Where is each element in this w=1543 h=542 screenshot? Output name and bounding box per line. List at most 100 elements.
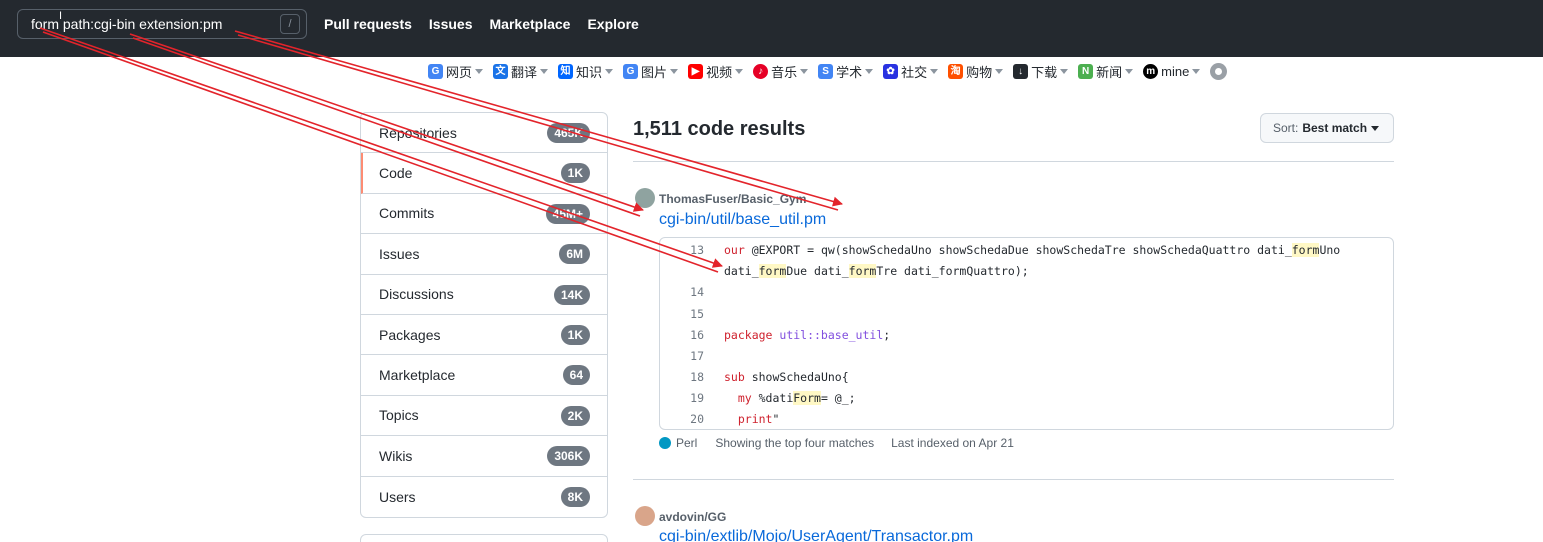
language-label: Perl <box>676 436 698 450</box>
match-highlight: form <box>848 264 877 278</box>
avatar[interactable] <box>635 188 655 208</box>
code-keyword: print <box>724 412 773 426</box>
chevron-down-icon[interactable] <box>930 68 939 74</box>
sidebar-item-issues[interactable]: Issues 6M <box>361 234 607 275</box>
sidebar-item-commits[interactable]: Commits 45M+ <box>361 194 607 235</box>
bookmark-music[interactable]: ♪ 音乐 <box>753 62 809 81</box>
translate-icon: 文 <box>493 63 509 79</box>
sidebar-item-label: Discussions <box>379 286 454 303</box>
sidebar-item-label: Repositories <box>379 124 457 141</box>
code-keyword: our <box>724 243 745 257</box>
bookmark-images[interactable]: G 图片 <box>623 62 679 81</box>
code-text: %dati <box>751 391 794 405</box>
search-input[interactable]: form path:cgi-bin extension:pm I / <box>17 9 307 39</box>
sidebar-item-code[interactable]: Code 1K <box>361 153 607 194</box>
line-number: 14 <box>690 285 704 299</box>
count-badge: 14K <box>553 284 590 305</box>
bookmark-video[interactable]: ▶ 视频 <box>688 62 744 81</box>
sidebar-item-users[interactable]: Users 8K <box>361 477 607 517</box>
sidebar-item-repositories[interactable]: Repositories 465K <box>361 113 607 154</box>
file-link[interactable]: cgi-bin/extlib/Mojo/UserAgent/Transactor… <box>659 528 973 542</box>
nav-pull-requests[interactable]: Pull requests <box>324 16 412 32</box>
search-shortcut-key: / <box>280 14 300 34</box>
line-number: 19 <box>690 391 704 405</box>
bookmark-label: 学术 <box>836 64 863 80</box>
sidebar-item-marketplace[interactable]: Marketplace 64 <box>361 355 607 396</box>
code-text: ; <box>883 328 891 342</box>
youtube-icon: ▶ <box>688 63 704 79</box>
chevron-down-icon[interactable] <box>475 68 484 74</box>
bookmark-label: 知识 <box>576 64 603 80</box>
bookmark-knowledge[interactable]: 知知识 <box>558 62 614 81</box>
sort-dropdown-button[interactable]: Sort: Best match <box>1260 113 1394 143</box>
repo-link[interactable]: avdovin/GG <box>659 510 726 524</box>
sidebar-item-packages[interactable]: Packages 1K <box>361 315 607 356</box>
bookmark-label: 音乐 <box>771 64 798 80</box>
results-divider <box>633 479 1394 480</box>
sidebar-item-discussions[interactable]: Discussions 14K <box>361 275 607 315</box>
chevron-down-icon[interactable] <box>1060 68 1069 74</box>
chevron-down-icon[interactable] <box>735 68 744 74</box>
search-type-sidebar: Repositories 465K Code 1K Commits 45M+ Issu… <box>360 112 608 518</box>
chevron-down-icon[interactable] <box>865 68 874 74</box>
chevron-down-icon[interactable] <box>605 68 614 74</box>
chevron-down-icon <box>1371 125 1380 131</box>
code-keyword: package <box>724 328 773 342</box>
repo-link[interactable]: ThomasFuser/Basic_Gym <box>659 192 806 206</box>
result-meta: Perl Showing the top four matches Last i… <box>659 436 1014 450</box>
match-highlight: form <box>758 264 787 278</box>
bookmark-mine[interactable]: m mine <box>1143 63 1201 79</box>
code-text: = @_; <box>820 391 856 405</box>
nav-marketplace[interactable]: Marketplace <box>490 16 571 32</box>
language-color-dot <box>659 437 671 449</box>
taobao-icon: 淘 <box>948 63 964 79</box>
nav-issues[interactable]: Issues <box>429 16 473 32</box>
sidebar-item-label: Marketplace <box>379 367 456 384</box>
sidebar-item-label: Commits <box>379 205 435 222</box>
chevron-down-icon[interactable] <box>800 68 809 74</box>
line-number: 15 <box>690 307 704 321</box>
chevron-down-icon[interactable] <box>995 68 1004 74</box>
chevron-down-icon[interactable] <box>1125 68 1134 74</box>
bookmark-social[interactable]: ✿ 社交 <box>883 62 939 81</box>
bookmark-web[interactable]: G 网页 <box>428 62 484 81</box>
code-text: dati_ <box>724 264 759 278</box>
bookmark-label: 下载 <box>1031 64 1058 80</box>
sidebar-item-wikis[interactable]: Wikis 306K <box>361 436 607 477</box>
count-badge: 45M+ <box>545 203 590 224</box>
bookmark-shopping[interactable]: 淘购物 <box>948 62 1004 81</box>
sidebar-item-label: Code <box>379 165 413 182</box>
count-badge: 2K <box>560 405 590 426</box>
nav-explore[interactable]: Explore <box>587 16 638 32</box>
news-icon: N <box>1078 63 1094 79</box>
bookmark-label: 网页 <box>446 64 473 80</box>
bookmark-label: 图片 <box>641 64 668 80</box>
results-count-heading: 1,511 code results <box>633 118 806 140</box>
code-text: " <box>772 412 780 426</box>
code-text: @EXPORT = qw(showSchedaUno showSchedaDue… <box>744 243 1292 257</box>
text-cursor-icon: I <box>59 10 63 22</box>
chevron-down-icon[interactable] <box>1192 68 1201 74</box>
count-badge: 306K <box>547 446 590 467</box>
chevron-down-icon[interactable] <box>670 68 679 74</box>
bookmark-label: mine <box>1161 63 1190 79</box>
line-number: 16 <box>690 328 704 342</box>
sidebar-item-label: Wikis <box>379 447 413 464</box>
bookmark-download[interactable]: ↓ 下载 <box>1013 62 1069 81</box>
avatar[interactable] <box>635 506 655 526</box>
netease-music-icon: ♪ <box>753 63 769 79</box>
code-keyword: sub <box>724 370 745 384</box>
bookmark-translate[interactable]: 文翻译 <box>493 62 549 81</box>
chevron-down-icon[interactable] <box>540 68 549 74</box>
sidebar-item-label: Users <box>379 488 416 505</box>
count-badge: 6M <box>559 244 590 265</box>
bookmark-scholar[interactable]: S 学术 <box>818 62 874 81</box>
code-snippet: 13 our @EXPORT = qw(showSchedaUno showSch… <box>659 237 1394 430</box>
file-link[interactable]: cgi-bin/util/base_util.pm <box>659 211 826 229</box>
count-badge: 8K <box>560 486 590 507</box>
sort-prefix: Sort: <box>1273 121 1299 135</box>
bookmark-news[interactable]: N 新闻 <box>1078 62 1134 81</box>
code-text: showSchedaUno{ <box>744 370 849 384</box>
sidebar-item-topics[interactable]: Topics 2K <box>361 396 607 437</box>
gear-icon[interactable] <box>1210 62 1228 80</box>
